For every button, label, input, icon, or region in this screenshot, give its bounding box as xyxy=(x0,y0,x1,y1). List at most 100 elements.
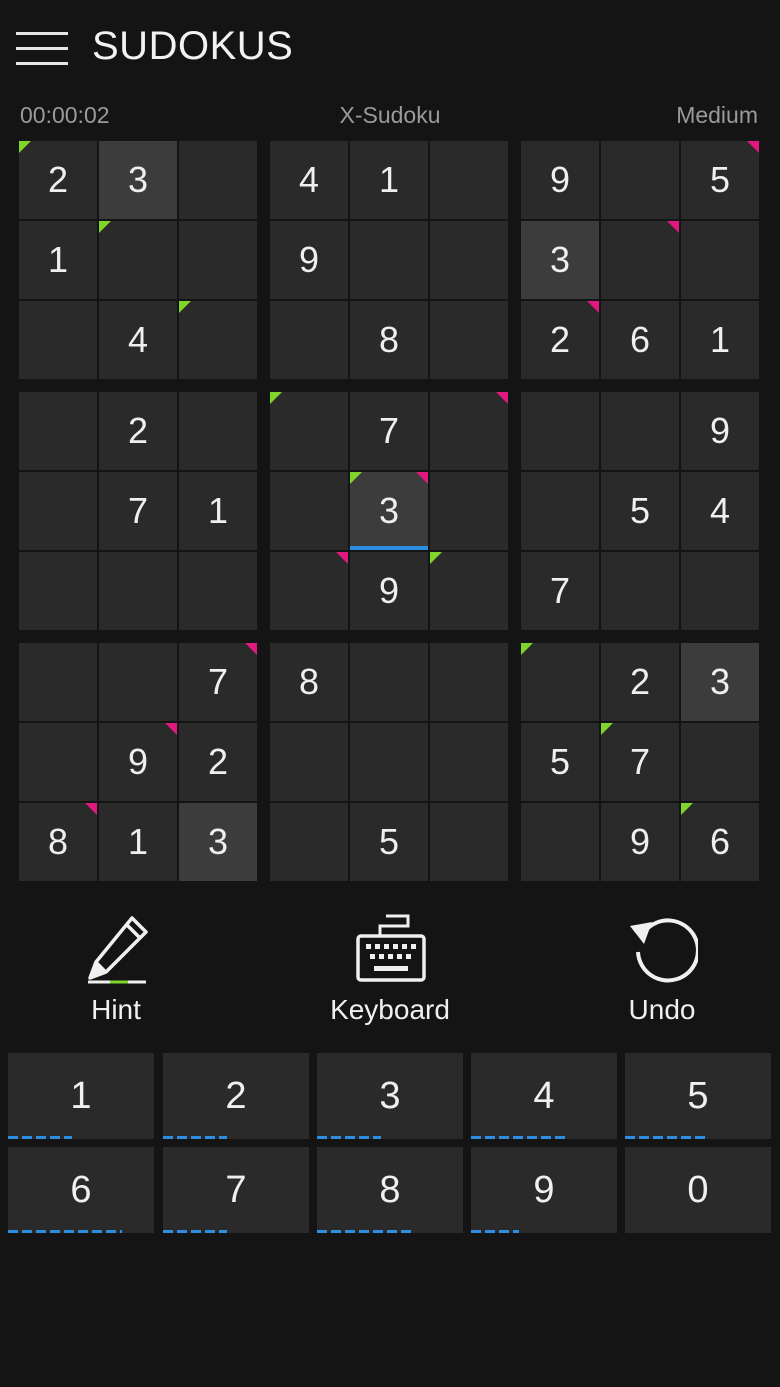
sudoku-cell[interactable]: 9 xyxy=(350,552,428,630)
sudoku-cell[interactable] xyxy=(350,643,428,721)
keypad-key-5[interactable]: 5 xyxy=(625,1053,771,1139)
sudoku-cell[interactable]: 1 xyxy=(681,301,759,379)
sudoku-cell[interactable] xyxy=(270,723,348,801)
sudoku-cell[interactable] xyxy=(270,803,348,881)
sudoku-cell[interactable]: 9 xyxy=(521,141,599,219)
sudoku-cell[interactable]: 3 xyxy=(521,221,599,299)
keypad-key-3[interactable]: 3 xyxy=(317,1053,463,1139)
sudoku-cell[interactable] xyxy=(19,552,97,630)
sudoku-cell[interactable] xyxy=(430,221,508,299)
sudoku-cell[interactable] xyxy=(521,803,599,881)
sudoku-cell[interactable] xyxy=(521,392,599,470)
sudoku-cell[interactable]: 6 xyxy=(601,301,679,379)
sudoku-cell[interactable] xyxy=(19,472,97,550)
hint-button[interactable]: Hint xyxy=(16,912,216,1032)
sudoku-cell[interactable] xyxy=(179,221,257,299)
sudoku-cell[interactable] xyxy=(681,221,759,299)
sudoku-cell[interactable]: 7 xyxy=(99,472,177,550)
keypad-key-8[interactable]: 8 xyxy=(317,1147,463,1233)
sudoku-cell[interactable]: 9 xyxy=(601,803,679,881)
sudoku-cell[interactable]: 8 xyxy=(19,803,97,881)
sudoku-cell[interactable]: 2 xyxy=(99,392,177,470)
sudoku-cell[interactable] xyxy=(99,643,177,721)
cell-value: 7 xyxy=(549,570,571,611)
sudoku-cell[interactable] xyxy=(681,723,759,801)
sudoku-cell[interactable] xyxy=(521,643,599,721)
sudoku-cell[interactable]: 4 xyxy=(681,472,759,550)
sudoku-cell[interactable] xyxy=(521,472,599,550)
keypad-key-6[interactable]: 6 xyxy=(8,1147,154,1233)
sudoku-cell[interactable] xyxy=(430,552,508,630)
keypad-key-1[interactable]: 1 xyxy=(8,1053,154,1139)
sudoku-cell[interactable]: 5 xyxy=(521,723,599,801)
sudoku-cell[interactable] xyxy=(350,723,428,801)
sudoku-cell[interactable]: 7 xyxy=(601,723,679,801)
cell-value: 1 xyxy=(378,159,400,200)
sudoku-cell[interactable] xyxy=(270,472,348,550)
sudoku-cell[interactable]: 9 xyxy=(270,221,348,299)
sudoku-cell[interactable] xyxy=(430,803,508,881)
sudoku-cell[interactable] xyxy=(179,392,257,470)
sudoku-cell[interactable]: 5 xyxy=(350,803,428,881)
sudoku-cell[interactable]: 2 xyxy=(19,141,97,219)
sudoku-cell[interactable]: 1 xyxy=(99,803,177,881)
sudoku-cell[interactable] xyxy=(19,723,97,801)
cell-value: 9 xyxy=(549,159,571,200)
sudoku-cell[interactable]: 7 xyxy=(179,643,257,721)
sudoku-cell[interactable] xyxy=(601,552,679,630)
sudoku-cell[interactable]: 5 xyxy=(681,141,759,219)
sudoku-cell[interactable]: 4 xyxy=(270,141,348,219)
sudoku-cell[interactable] xyxy=(430,723,508,801)
sudoku-cell[interactable] xyxy=(179,552,257,630)
sudoku-cell[interactable] xyxy=(430,472,508,550)
sudoku-cell[interactable] xyxy=(19,301,97,379)
sudoku-cell[interactable]: 8 xyxy=(350,301,428,379)
sudoku-cell[interactable] xyxy=(430,643,508,721)
sudoku-cell[interactable] xyxy=(270,392,348,470)
sudoku-cell[interactable] xyxy=(270,301,348,379)
sudoku-cell[interactable] xyxy=(179,141,257,219)
sudoku-cell[interactable] xyxy=(601,141,679,219)
sudoku-cell[interactable]: 2 xyxy=(601,643,679,721)
sudoku-cell[interactable] xyxy=(430,392,508,470)
sudoku-cell[interactable]: 7 xyxy=(350,392,428,470)
sudoku-cell[interactable] xyxy=(601,392,679,470)
sudoku-cell[interactable]: 7 xyxy=(521,552,599,630)
keypad-key-7[interactable]: 7 xyxy=(163,1147,309,1233)
sudoku-cell[interactable] xyxy=(350,221,428,299)
sudoku-cell[interactable] xyxy=(601,221,679,299)
sudoku-cell[interactable] xyxy=(19,643,97,721)
sudoku-cell[interactable]: 1 xyxy=(179,472,257,550)
cell-value: 8 xyxy=(47,821,69,862)
keypad-key-4[interactable]: 4 xyxy=(471,1053,617,1139)
sudoku-cell[interactable]: 9 xyxy=(99,723,177,801)
sudoku-cell[interactable]: 6 xyxy=(681,803,759,881)
sudoku-cell[interactable]: 3 xyxy=(99,141,177,219)
sudoku-cell[interactable] xyxy=(430,301,508,379)
sudoku-cell[interactable] xyxy=(99,221,177,299)
sudoku-cell[interactable]: 8 xyxy=(270,643,348,721)
sudoku-cell[interactable] xyxy=(430,141,508,219)
sudoku-cell[interactable]: 3 xyxy=(681,643,759,721)
keypad-key-9[interactable]: 9 xyxy=(471,1147,617,1233)
sudoku-cell[interactable]: 5 xyxy=(601,472,679,550)
sudoku-cell[interactable]: 4 xyxy=(99,301,177,379)
keyboard-button[interactable]: Keyboard xyxy=(290,912,490,1032)
sudoku-cell[interactable] xyxy=(681,552,759,630)
hamburger-menu-icon[interactable] xyxy=(16,32,70,66)
sudoku-cell[interactable]: 2 xyxy=(179,723,257,801)
keypad-key-2[interactable]: 2 xyxy=(163,1053,309,1139)
undo-button[interactable]: Undo xyxy=(562,912,762,1032)
keypad-key-0[interactable]: 0 xyxy=(625,1147,771,1233)
diagonal-marker-pink xyxy=(85,803,97,815)
sudoku-cell[interactable]: 1 xyxy=(19,221,97,299)
sudoku-cell[interactable]: 2 xyxy=(521,301,599,379)
sudoku-cell[interactable] xyxy=(99,552,177,630)
sudoku-cell[interactable]: 3 xyxy=(179,803,257,881)
sudoku-cell[interactable]: 1 xyxy=(350,141,428,219)
sudoku-cell[interactable]: 3 xyxy=(350,472,428,550)
sudoku-cell[interactable]: 9 xyxy=(681,392,759,470)
sudoku-cell[interactable] xyxy=(179,301,257,379)
sudoku-cell[interactable] xyxy=(270,552,348,630)
sudoku-cell[interactable] xyxy=(19,392,97,470)
